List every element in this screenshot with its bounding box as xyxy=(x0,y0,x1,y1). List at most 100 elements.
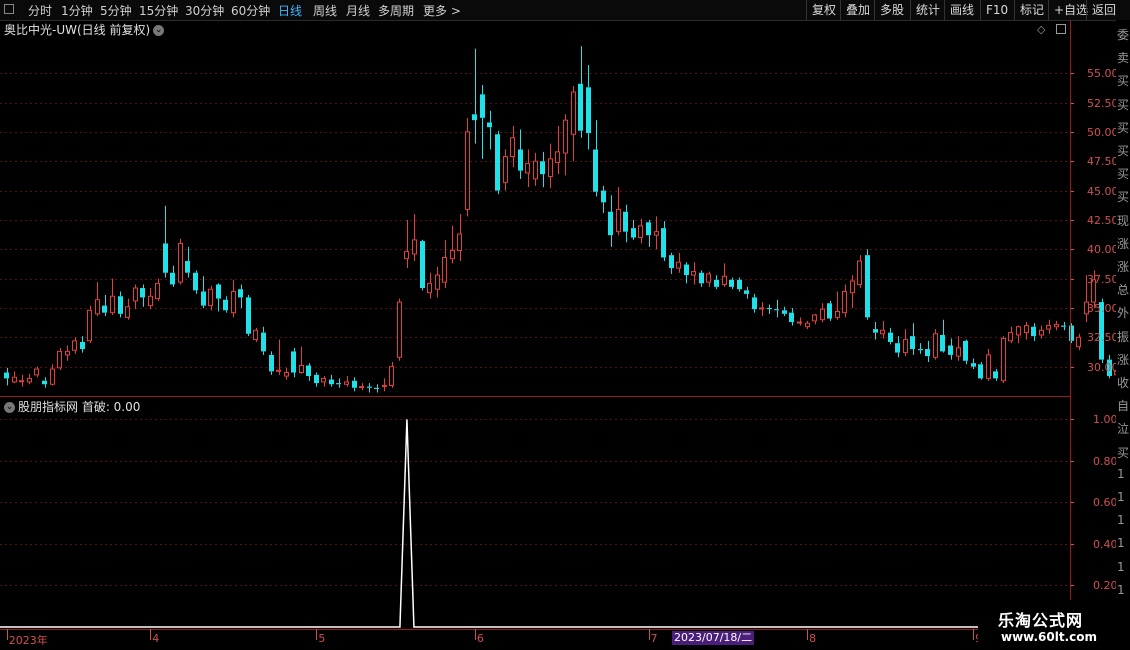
candle xyxy=(19,374,24,387)
chart-canvas[interactable] xyxy=(0,0,1116,650)
candle-body xyxy=(518,149,523,171)
candle xyxy=(27,373,32,385)
candle xyxy=(231,279,236,318)
candle xyxy=(993,369,998,381)
candle xyxy=(593,120,598,197)
candle xyxy=(669,252,674,274)
quote-field-label: 外 xyxy=(1117,306,1130,321)
candle-body xyxy=(805,322,810,328)
candle-body xyxy=(238,289,243,298)
quote-field-label: 涨 xyxy=(1117,236,1130,251)
candle-body xyxy=(940,334,945,352)
candle xyxy=(397,298,402,361)
x-tick-label: 7 xyxy=(650,632,658,645)
candle-body xyxy=(269,354,274,372)
x-tick-label: 4 xyxy=(152,632,160,645)
quote-field-label: 现 xyxy=(1117,213,1130,228)
candle-body xyxy=(465,131,470,210)
y-tick-label: 52.50 xyxy=(1087,96,1119,110)
candle-body xyxy=(820,308,825,321)
candle xyxy=(276,339,281,375)
candle-body xyxy=(193,272,198,291)
candle-body xyxy=(57,350,62,369)
candle xyxy=(525,149,530,188)
candle-body xyxy=(1031,326,1036,337)
candle-body xyxy=(19,380,24,383)
candle xyxy=(1039,325,1044,339)
candle xyxy=(80,336,85,353)
candle xyxy=(646,219,651,247)
candle-body xyxy=(87,309,92,342)
candle-body xyxy=(495,134,500,191)
candle-body xyxy=(948,345,953,355)
candle-body xyxy=(1076,336,1081,348)
candle xyxy=(797,317,802,326)
candle-body xyxy=(631,228,636,238)
candle xyxy=(178,238,183,285)
indicator-title-label: 股朋指标网 首破: 0.00 xyxy=(18,400,141,414)
candle xyxy=(654,216,659,250)
candle-body xyxy=(412,239,417,255)
candle-body xyxy=(1008,332,1013,342)
candle-body xyxy=(389,366,394,386)
candle-body xyxy=(201,291,206,306)
candle-body xyxy=(1046,325,1051,330)
quote-field-label: 1 xyxy=(1117,513,1125,528)
candle-body xyxy=(601,190,606,203)
quote-panel-edge[interactable]: 委卖买买买买买买现涨涨总外振涨收自泣买1111111 xyxy=(1116,20,1130,650)
candle-body xyxy=(540,161,545,175)
candle xyxy=(12,371,17,384)
candle xyxy=(261,326,266,355)
candle-body xyxy=(857,260,862,285)
candle xyxy=(714,275,719,290)
candle-body xyxy=(963,340,968,361)
indicator-title[interactable]: ⌄ 股朋指标网 首破: 0.00 xyxy=(4,398,140,415)
candle xyxy=(601,185,606,213)
candle xyxy=(903,329,908,357)
y-tick-label: 0.60 xyxy=(1093,495,1118,509)
candle-body xyxy=(797,321,802,324)
candle-body xyxy=(170,272,175,285)
candle xyxy=(34,366,39,378)
y-tick-label: 32.50 xyxy=(1087,330,1119,344)
candle-body xyxy=(306,365,311,377)
candle xyxy=(291,347,296,378)
candle xyxy=(661,221,666,262)
quote-field-label: 买 xyxy=(1117,74,1130,89)
candle xyxy=(503,149,508,191)
candle xyxy=(940,319,945,353)
candle-body xyxy=(155,282,160,300)
candle xyxy=(163,205,168,278)
candle-body xyxy=(442,256,447,283)
candle xyxy=(216,283,221,312)
candle-body xyxy=(646,222,651,236)
x-tick-label: 2023年 xyxy=(8,634,48,647)
chevron-down-icon[interactable]: ⌄ xyxy=(4,402,15,413)
candle-body xyxy=(956,347,961,357)
candle xyxy=(223,296,228,313)
candle xyxy=(442,239,447,289)
candle xyxy=(155,278,160,301)
candle-body xyxy=(50,368,55,385)
candle xyxy=(374,384,379,393)
candle-body xyxy=(299,364,304,374)
candle-body xyxy=(382,384,387,387)
candle xyxy=(608,195,613,247)
candle-body xyxy=(525,163,530,174)
candle-body xyxy=(246,297,251,334)
candle-body xyxy=(1069,325,1074,341)
candle-body xyxy=(661,228,666,258)
candle xyxy=(978,361,983,380)
candle-body xyxy=(714,279,719,287)
candle xyxy=(4,367,9,386)
candle xyxy=(57,347,62,371)
quote-field-label: 自 xyxy=(1117,399,1130,414)
candle xyxy=(65,345,70,361)
candle xyxy=(691,262,696,285)
candle xyxy=(148,288,153,310)
candle xyxy=(427,272,432,299)
candle-body xyxy=(1039,329,1044,336)
candle xyxy=(706,271,711,287)
candle-body xyxy=(684,264,689,276)
candle-body xyxy=(450,249,455,260)
